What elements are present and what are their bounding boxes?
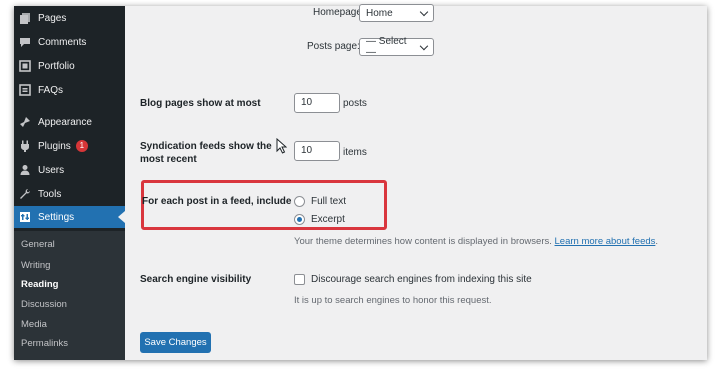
posts-page-select-value: — Select — xyxy=(366,36,407,58)
search-visibility-label: Search engine visibility xyxy=(140,274,252,285)
learn-more-feeds-link[interactable]: Learn more about feeds xyxy=(555,236,656,247)
feed-description-end: . xyxy=(655,236,659,247)
homepage-select[interactable]: Home xyxy=(359,4,434,22)
search-visibility-description: It is up to search engines to honor this… xyxy=(294,295,492,306)
syndication-input[interactable]: 10 xyxy=(294,141,340,161)
sidebar-item-label: Users xyxy=(38,164,65,176)
syndication-label-line2: most recent xyxy=(140,154,197,165)
blog-pages-input[interactable]: 10 xyxy=(294,93,340,113)
submenu-item-reading[interactable]: Reading xyxy=(21,279,58,290)
full-text-radio[interactable] xyxy=(294,196,305,207)
sidebar-item-label: Pages xyxy=(38,12,67,24)
sidebar-item-label: Portfolio xyxy=(38,60,75,72)
syndication-unit: items xyxy=(343,147,367,158)
sidebar-item-settings[interactable]: Settings xyxy=(14,206,125,228)
posts-page-label: Posts page: xyxy=(307,41,360,52)
sidebar-item-label: Comments xyxy=(38,36,87,48)
sidebar-item-users[interactable]: Users xyxy=(14,159,125,181)
mouse-cursor-icon xyxy=(276,138,287,154)
chevron-down-icon xyxy=(420,41,429,50)
submenu-item-permalinks[interactable]: Permalinks xyxy=(21,338,68,349)
submenu-item-writing[interactable]: Writing xyxy=(21,260,50,271)
feed-description: Your theme determines how content is dis… xyxy=(294,236,658,247)
discourage-search-label[interactable]: Discourage search engines from indexing … xyxy=(311,274,532,285)
sidebar-item-plugins[interactable]: Plugins 1 xyxy=(14,135,125,157)
submenu-item-general[interactable]: General xyxy=(21,239,55,250)
sidebar-item-appearance[interactable]: Appearance xyxy=(14,111,125,133)
homepage-select-value: Home xyxy=(366,7,393,19)
excerpt-label[interactable]: Excerpt xyxy=(311,214,345,225)
settings-icon xyxy=(19,211,31,223)
admin-sidebar: Pages Comments Portfolio FAQs Appearance xyxy=(14,6,125,360)
sidebar-item-label: Tools xyxy=(38,188,62,200)
sidebar-item-label: FAQs xyxy=(38,84,64,96)
blog-pages-label: Blog pages show at most xyxy=(140,98,261,109)
discourage-search-checkbox[interactable] xyxy=(294,274,305,285)
settings-submenu: General Writing Reading Discussion Media… xyxy=(14,231,125,360)
submenu-item-discussion[interactable]: Discussion xyxy=(21,299,67,310)
posts-page-select[interactable]: — Select — xyxy=(359,36,434,58)
portfolio-icon xyxy=(19,60,31,72)
sidebar-item-label: Plugins xyxy=(38,140,71,152)
chevron-down-icon xyxy=(419,7,429,16)
homepage-label: Homepage: xyxy=(313,7,365,18)
tools-icon xyxy=(19,188,31,200)
save-changes-button[interactable]: Save Changes xyxy=(140,332,211,353)
sidebar-item-pages[interactable]: Pages xyxy=(14,7,125,29)
pages-icon xyxy=(19,12,31,24)
syndication-label-line1: Syndication feeds show the xyxy=(140,141,272,152)
sidebar-item-tools[interactable]: Tools xyxy=(14,183,125,205)
excerpt-radio[interactable] xyxy=(294,214,305,225)
sidebar-item-label: Settings xyxy=(38,211,75,223)
blog-pages-unit: posts xyxy=(343,98,367,109)
syndication-label: Syndication feeds show the most recent xyxy=(140,140,272,166)
full-text-label[interactable]: Full text xyxy=(311,196,346,207)
plugins-update-badge: 1 xyxy=(75,140,88,152)
appearance-icon xyxy=(19,116,31,128)
users-icon xyxy=(19,164,31,176)
faq-icon xyxy=(19,84,31,96)
comment-icon xyxy=(19,36,31,48)
feed-description-text: Your theme determines how content is dis… xyxy=(294,236,552,247)
sidebar-item-faqs[interactable]: FAQs xyxy=(14,79,125,101)
sidebar-item-comments[interactable]: Comments xyxy=(14,31,125,53)
plugins-icon xyxy=(19,140,31,152)
submenu-item-media[interactable]: Media xyxy=(21,319,47,330)
sidebar-item-portfolio[interactable]: Portfolio xyxy=(14,55,125,77)
feed-include-label: For each post in a feed, include xyxy=(142,196,292,207)
sidebar-item-label: Appearance xyxy=(38,116,92,128)
